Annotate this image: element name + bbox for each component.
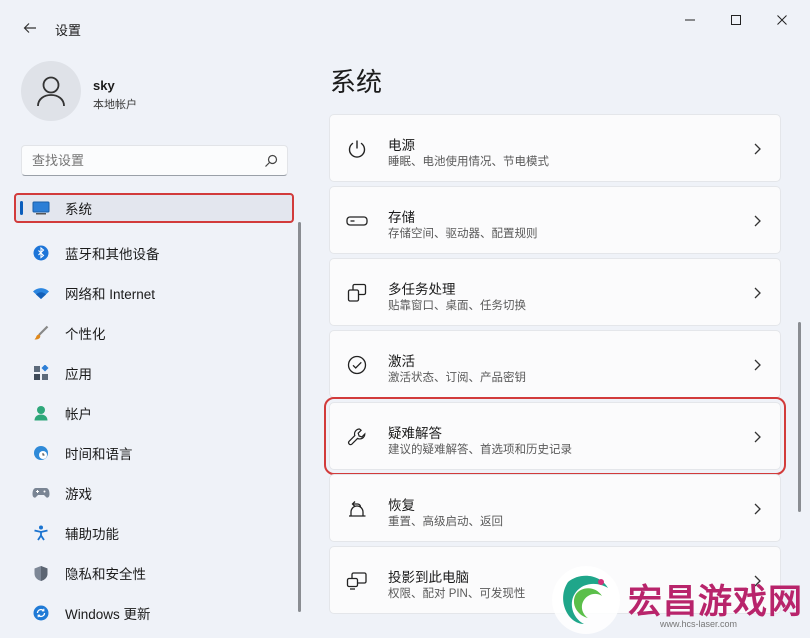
user-icon xyxy=(37,76,65,107)
chevron-right-icon xyxy=(754,143,761,155)
search-icon[interactable] xyxy=(264,154,278,168)
sidebar-item-label: 应用 xyxy=(65,367,92,382)
sidebar-item-accessibility[interactable]: 辅助功能 xyxy=(14,513,294,553)
watermark-logo xyxy=(552,566,620,634)
accessibility-icon xyxy=(32,524,50,542)
card-title: 电源 xyxy=(388,138,415,153)
apps-icon xyxy=(32,364,50,382)
active-indicator xyxy=(20,201,23,215)
settings-card-troubleshoot[interactable]: 疑难解答 建议的疑难解答、首选项和历史记录 xyxy=(324,397,786,475)
card-title: 恢复 xyxy=(388,498,415,513)
chevron-right-icon xyxy=(754,287,761,299)
sidebar-item-label: 个性化 xyxy=(65,327,106,342)
chevron-right-icon xyxy=(754,431,761,443)
sidebar-item-gaming[interactable]: 游戏 xyxy=(14,473,294,513)
sidebar-item-label: 系统 xyxy=(65,202,92,217)
globe-clock-icon xyxy=(32,444,50,462)
settings-card-activation[interactable]: 激活 激活状态、订阅、产品密钥 xyxy=(329,330,781,398)
account-type: 本地帐户 xyxy=(93,99,137,111)
sidebar-item-network[interactable]: 网络和 Internet xyxy=(14,273,294,313)
card-title: 激活 xyxy=(388,354,415,369)
back-button[interactable] xyxy=(16,14,44,42)
gamepad-icon xyxy=(32,484,50,502)
card-subtitle: 贴靠窗口、桌面、任务切换 xyxy=(388,300,526,312)
card-title: 多任务处理 xyxy=(388,282,456,297)
card-subtitle: 激活状态、订阅、产品密钥 xyxy=(388,372,526,384)
wifi-icon xyxy=(32,284,50,302)
sidebar-scrollbar[interactable] xyxy=(298,222,301,612)
search-input[interactable] xyxy=(32,153,252,168)
sidebar-item-time-language[interactable]: 时间和语言 xyxy=(14,433,294,473)
watermark-url: www.hcs-laser.com xyxy=(660,619,738,629)
chevron-right-icon xyxy=(754,215,761,227)
avatar[interactable] xyxy=(21,61,81,121)
shield-icon xyxy=(32,564,50,582)
sidebar-item-windows-update[interactable]: Windows 更新 xyxy=(14,593,294,633)
settings-card-power[interactable]: 电源 睡眠、电池使用情况、节电模式 xyxy=(329,114,781,182)
settings-card-recovery[interactable]: 恢复 重置、高级启动、返回 xyxy=(329,474,781,542)
app-title: 设置 xyxy=(55,23,82,38)
sidebar-item-label: 网络和 Internet xyxy=(65,287,156,302)
sidebar-item-label: 帐户 xyxy=(65,407,92,422)
card-subtitle: 存储空间、驱动器、配置规则 xyxy=(388,228,538,240)
brush-icon xyxy=(32,324,50,342)
recovery-icon xyxy=(346,498,368,520)
page-title: 系统 xyxy=(330,67,383,97)
card-subtitle: 重置、高级启动、返回 xyxy=(388,516,503,528)
user-name: sky xyxy=(93,78,115,93)
chevron-right-icon xyxy=(754,503,761,515)
minimize-button[interactable] xyxy=(673,8,707,32)
sidebar-item-label: 时间和语言 xyxy=(65,447,133,462)
card-title: 投影到此电脑 xyxy=(388,570,469,585)
maximize-icon xyxy=(731,15,741,25)
projection-icon xyxy=(346,570,368,592)
activation-icon xyxy=(346,354,368,376)
sidebar-item-apps[interactable]: 应用 xyxy=(14,353,294,393)
card-subtitle: 睡眠、电池使用情况、节电模式 xyxy=(388,156,549,168)
main-scrollbar[interactable] xyxy=(798,322,801,512)
close-icon xyxy=(777,15,787,25)
watermark-text: 宏昌游戏网 xyxy=(628,582,803,622)
sidebar-item-personalization[interactable]: 个性化 xyxy=(14,313,294,353)
search-box[interactable] xyxy=(21,145,288,176)
bluetooth-icon xyxy=(32,244,50,262)
sidebar-item-label: 游戏 xyxy=(65,487,92,502)
storage-icon xyxy=(346,210,368,232)
sidebar-item-label: 蓝牙和其他设备 xyxy=(65,247,160,262)
update-icon xyxy=(32,604,50,622)
account-icon xyxy=(32,404,50,422)
sidebar-item-label: 辅助功能 xyxy=(65,527,119,542)
system-icon xyxy=(32,199,50,217)
watermark: 宏昌游戏网 www.hcs-laser.com xyxy=(540,560,810,638)
power-icon xyxy=(346,138,368,160)
sidebar-item-label: Windows 更新 xyxy=(65,607,151,622)
sidebar-item-label: 隐私和安全性 xyxy=(65,567,146,582)
wrench-icon xyxy=(346,426,368,448)
sidebar-item-privacy[interactable]: 隐私和安全性 xyxy=(14,553,294,593)
minimize-icon xyxy=(685,19,695,21)
settings-card-multitasking[interactable]: 多任务处理 贴靠窗口、桌面、任务切换 xyxy=(329,258,781,326)
chevron-right-icon xyxy=(754,359,761,371)
sidebar-item-bluetooth[interactable]: 蓝牙和其他设备 xyxy=(14,233,294,273)
sidebar-nav: 系统 蓝牙和其他设备 网络和 Internet 个性化 应用 帐户 时间和语言 … xyxy=(14,193,294,633)
multitask-icon xyxy=(346,282,368,304)
close-button[interactable] xyxy=(765,8,799,32)
arrow-left-icon xyxy=(23,23,36,33)
settings-card-storage[interactable]: 存储 存储空间、驱动器、配置规则 xyxy=(329,186,781,254)
card-subtitle: 权限、配对 PIN、可发现性 xyxy=(388,588,526,600)
sidebar-item-accounts[interactable]: 帐户 xyxy=(14,393,294,433)
settings-window: 设置 sky 本地帐户 系统 蓝牙和其他 xyxy=(0,0,810,638)
card-subtitle: 建议的疑难解答、首选项和历史记录 xyxy=(388,444,572,456)
title-bar: 设置 xyxy=(0,0,810,48)
sidebar-item-system[interactable]: 系统 xyxy=(14,193,294,223)
maximize-button[interactable] xyxy=(719,8,753,32)
card-title: 疑难解答 xyxy=(388,426,442,441)
card-title: 存储 xyxy=(388,210,415,225)
settings-list: 电源 睡眠、电池使用情况、节电模式 存储 存储空间、驱动器、配置规则 多任务处理… xyxy=(324,114,786,618)
